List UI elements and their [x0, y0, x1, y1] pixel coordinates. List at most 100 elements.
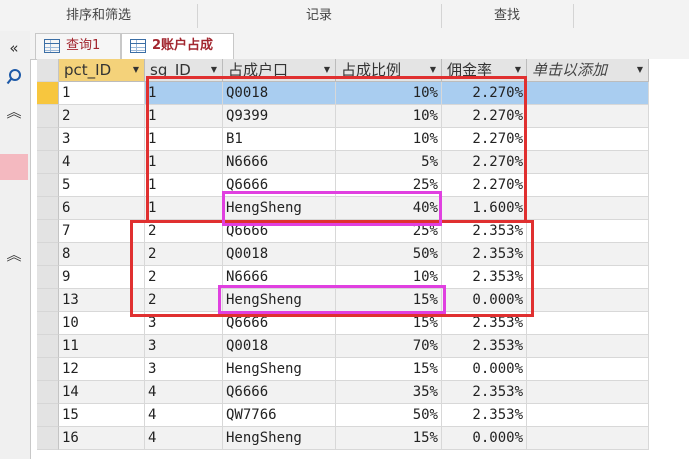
record-selector[interactable]: [37, 174, 59, 197]
table-row[interactable]: 9 2 N6666 10% 2.353%: [37, 266, 649, 289]
table-row[interactable]: 11 3 Q0018 70% 2.353%: [37, 335, 649, 358]
cell-rate[interactable]: 2.353%: [442, 266, 527, 289]
cell-pct-id[interactable]: 3: [59, 128, 145, 151]
cell-sg-id[interactable]: 1: [145, 128, 223, 151]
double-chevron-left-icon[interactable]: «: [0, 39, 28, 57]
record-selector[interactable]: [37, 381, 59, 404]
record-selector[interactable]: [37, 243, 59, 266]
cell-ratio[interactable]: 15%: [336, 358, 442, 381]
cell-ratio[interactable]: 70%: [336, 335, 442, 358]
cell-account[interactable]: Q6666: [223, 220, 336, 243]
cell-sg-id[interactable]: 3: [145, 335, 223, 358]
table-row[interactable]: 5 1 Q6666 25% 2.270%: [37, 174, 649, 197]
table-row[interactable]: 7 2 Q6666 25% 2.353%: [37, 220, 649, 243]
record-selector[interactable]: [37, 82, 59, 105]
cell-ratio[interactable]: 40%: [336, 197, 442, 220]
record-selector[interactable]: [37, 220, 59, 243]
record-selector[interactable]: [37, 312, 59, 335]
cell-ratio[interactable]: 25%: [336, 220, 442, 243]
cell-account[interactable]: Q6666: [223, 381, 336, 404]
record-selector[interactable]: [37, 266, 59, 289]
table-row[interactable]: 6 1 HengSheng 40% 1.600%: [37, 197, 649, 220]
record-selector[interactable]: [37, 427, 59, 450]
record-selector[interactable]: [37, 128, 59, 151]
cell-add-field[interactable]: [527, 197, 649, 220]
ribbon-group-find[interactable]: 查找: [442, 0, 572, 31]
cell-ratio[interactable]: 15%: [336, 289, 442, 312]
cell-sg-id[interactable]: 1: [145, 105, 223, 128]
cell-add-field[interactable]: [527, 243, 649, 266]
cell-account[interactable]: HengSheng: [223, 427, 336, 450]
table-row[interactable]: 14 4 Q6666 35% 2.353%: [37, 381, 649, 404]
cell-add-field[interactable]: [527, 427, 649, 450]
cell-sg-id[interactable]: 1: [145, 82, 223, 105]
record-selector[interactable]: [37, 197, 59, 220]
filter-dropdown-icon[interactable]: ▼: [513, 65, 523, 75]
cell-add-field[interactable]: [527, 381, 649, 404]
cell-add-field[interactable]: [527, 358, 649, 381]
cell-account[interactable]: HengSheng: [223, 358, 336, 381]
record-selector[interactable]: [37, 289, 59, 312]
cell-account[interactable]: Q0018: [223, 243, 336, 266]
table-row[interactable]: 16 4 HengSheng 15% 0.000%: [37, 427, 649, 450]
tab-account-share[interactable]: 2账户占成: [121, 33, 234, 59]
cell-ratio[interactable]: 15%: [336, 427, 442, 450]
table-row[interactable]: 10 3 Q6666 15% 2.353%: [37, 312, 649, 335]
cell-rate[interactable]: 2.353%: [442, 312, 527, 335]
record-selector[interactable]: [37, 151, 59, 174]
cell-add-field[interactable]: [527, 151, 649, 174]
record-selector[interactable]: [37, 335, 59, 358]
cell-sg-id[interactable]: 1: [145, 197, 223, 220]
cell-ratio[interactable]: 15%: [336, 312, 442, 335]
cell-account[interactable]: QW7766: [223, 404, 336, 427]
table-row[interactable]: 4 1 N6666 5% 2.270%: [37, 151, 649, 174]
cell-ratio[interactable]: 5%: [336, 151, 442, 174]
column-header-pct-id[interactable]: pct_ID ▼: [59, 59, 145, 82]
cell-account[interactable]: HengSheng: [223, 197, 336, 220]
ribbon-group-records[interactable]: 记录: [198, 0, 440, 31]
search-icon[interactable]: [0, 68, 28, 90]
cell-rate[interactable]: 0.000%: [442, 427, 527, 450]
cell-rate[interactable]: 2.353%: [442, 404, 527, 427]
cell-rate[interactable]: 1.600%: [442, 197, 527, 220]
cell-account[interactable]: Q6666: [223, 312, 336, 335]
column-header-account[interactable]: 占成户口 ▼: [223, 59, 336, 82]
record-selector[interactable]: [37, 105, 59, 128]
cell-ratio[interactable]: 10%: [336, 105, 442, 128]
cell-sg-id[interactable]: 3: [145, 358, 223, 381]
cell-pct-id[interactable]: 14: [59, 381, 145, 404]
cell-rate[interactable]: 2.353%: [442, 381, 527, 404]
cell-add-field[interactable]: [527, 266, 649, 289]
cell-sg-id[interactable]: 4: [145, 404, 223, 427]
cell-account[interactable]: N6666: [223, 151, 336, 174]
cell-add-field[interactable]: [527, 82, 649, 105]
cell-pct-id[interactable]: 6: [59, 197, 145, 220]
cell-sg-id[interactable]: 4: [145, 427, 223, 450]
cell-sg-id[interactable]: 4: [145, 381, 223, 404]
column-header-ratio[interactable]: 占成比例 ▼: [336, 59, 442, 82]
cell-rate[interactable]: 0.000%: [442, 358, 527, 381]
cell-ratio[interactable]: 10%: [336, 128, 442, 151]
cell-sg-id[interactable]: 2: [145, 220, 223, 243]
cell-ratio[interactable]: 50%: [336, 404, 442, 427]
column-header-sg-id[interactable]: sg_ID ▼: [145, 59, 223, 82]
cell-pct-id[interactable]: 7: [59, 220, 145, 243]
cell-rate[interactable]: 0.000%: [442, 289, 527, 312]
column-header-add-field[interactable]: 单击以添加 ▼: [527, 59, 649, 82]
cell-add-field[interactable]: [527, 312, 649, 335]
filter-dropdown-icon[interactable]: ▼: [322, 65, 332, 75]
cell-account[interactable]: Q0018: [223, 82, 336, 105]
cell-ratio[interactable]: 50%: [336, 243, 442, 266]
cell-sg-id[interactable]: 2: [145, 243, 223, 266]
cell-rate[interactable]: 2.353%: [442, 243, 527, 266]
cell-add-field[interactable]: [527, 289, 649, 312]
select-all-corner[interactable]: [37, 59, 59, 82]
cell-rate[interactable]: 2.270%: [442, 105, 527, 128]
cell-rate[interactable]: 2.353%: [442, 335, 527, 358]
cell-pct-id[interactable]: 12: [59, 358, 145, 381]
filter-dropdown-icon[interactable]: ▼: [635, 65, 645, 75]
cell-pct-id[interactable]: 9: [59, 266, 145, 289]
record-selector[interactable]: [37, 358, 59, 381]
cell-ratio[interactable]: 25%: [336, 174, 442, 197]
cell-add-field[interactable]: [527, 335, 649, 358]
